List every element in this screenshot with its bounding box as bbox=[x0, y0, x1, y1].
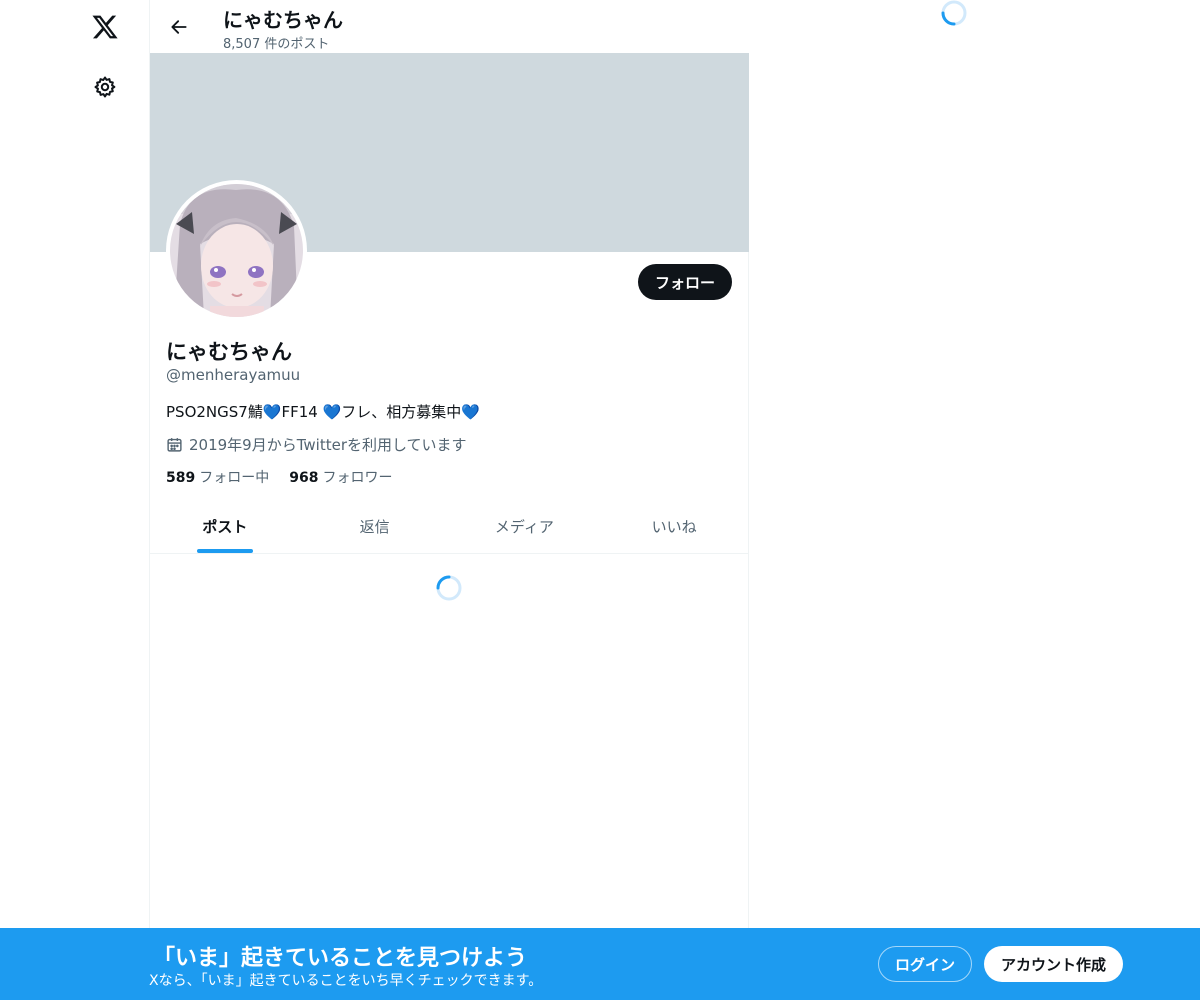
create-account-button[interactable]: アカウント作成 bbox=[984, 946, 1123, 982]
signup-prompt-bar: 「いま」起きていることを見つけよう Xなら、「いま」起きていることをいち早くチェ… bbox=[0, 928, 1200, 1000]
following-count: 589 bbox=[166, 470, 196, 486]
signup-prompt-title: 「いま」起きていることを見つけよう bbox=[153, 946, 528, 971]
header-post-count: 8,507 件のポスト bbox=[223, 37, 330, 52]
tab-replies-label: 返信 bbox=[359, 518, 390, 536]
profile-handle: @menherayamuu bbox=[166, 366, 301, 384]
sidebar-spinner-icon bbox=[941, 0, 967, 26]
gear-icon[interactable] bbox=[86, 68, 124, 106]
followers-label: フォロワー bbox=[322, 470, 393, 486]
tab-media-label: メディア bbox=[494, 518, 554, 536]
tab-likes-label: いいね bbox=[651, 518, 697, 536]
tab-media[interactable]: メディア bbox=[450, 500, 600, 553]
followers-count: 968 bbox=[289, 470, 319, 486]
left-nav bbox=[0, 0, 150, 1000]
join-date-text: 2019年9月からTwitterを利用しています bbox=[189, 436, 467, 454]
followers-link[interactable]: 968 フォロワー bbox=[289, 467, 392, 487]
tab-likes[interactable]: いいね bbox=[599, 500, 749, 553]
login-button[interactable]: ログイン bbox=[878, 946, 972, 982]
join-date: 2019年9月からTwitterを利用しています bbox=[166, 434, 467, 455]
follow-stats: 589 フォロー中 968 フォロワー bbox=[166, 467, 392, 487]
tab-posts[interactable]: ポスト bbox=[150, 500, 300, 553]
profile-bio: PSO2NGS7鯖💙FF14 💙フレ、相方募集中💙 bbox=[166, 403, 480, 421]
profile-header-bar: にゃむちゃん 8,507 件のポスト bbox=[150, 0, 749, 53]
calendar-icon bbox=[167, 438, 182, 452]
active-tab-indicator bbox=[196, 549, 253, 553]
avatar[interactable] bbox=[166, 180, 307, 321]
header-profile-name: にゃむちゃん bbox=[223, 8, 343, 32]
profile-column: にゃむちゃん 8,507 件のポスト フォロー にゃむちゃん @menheray… bbox=[149, 0, 749, 1000]
tab-posts-label: ポスト bbox=[202, 518, 248, 536]
profile-tabs: ポスト 返信 メディア いいね bbox=[150, 500, 749, 554]
x-logo-icon[interactable] bbox=[86, 8, 124, 46]
following-link[interactable]: 589 フォロー中 bbox=[166, 467, 269, 487]
following-label: フォロー中 bbox=[199, 470, 270, 486]
follow-button[interactable]: フォロー bbox=[637, 264, 732, 300]
back-button[interactable] bbox=[162, 10, 196, 44]
tab-replies[interactable]: 返信 bbox=[300, 500, 450, 553]
signup-prompt-subtitle: Xなら、「いま」起きていることをいち早くチェックできます。 bbox=[149, 973, 543, 989]
spinner-icon bbox=[436, 575, 462, 601]
profile-name: にゃむちゃん bbox=[166, 340, 292, 364]
arrow-left-icon bbox=[171, 20, 187, 34]
